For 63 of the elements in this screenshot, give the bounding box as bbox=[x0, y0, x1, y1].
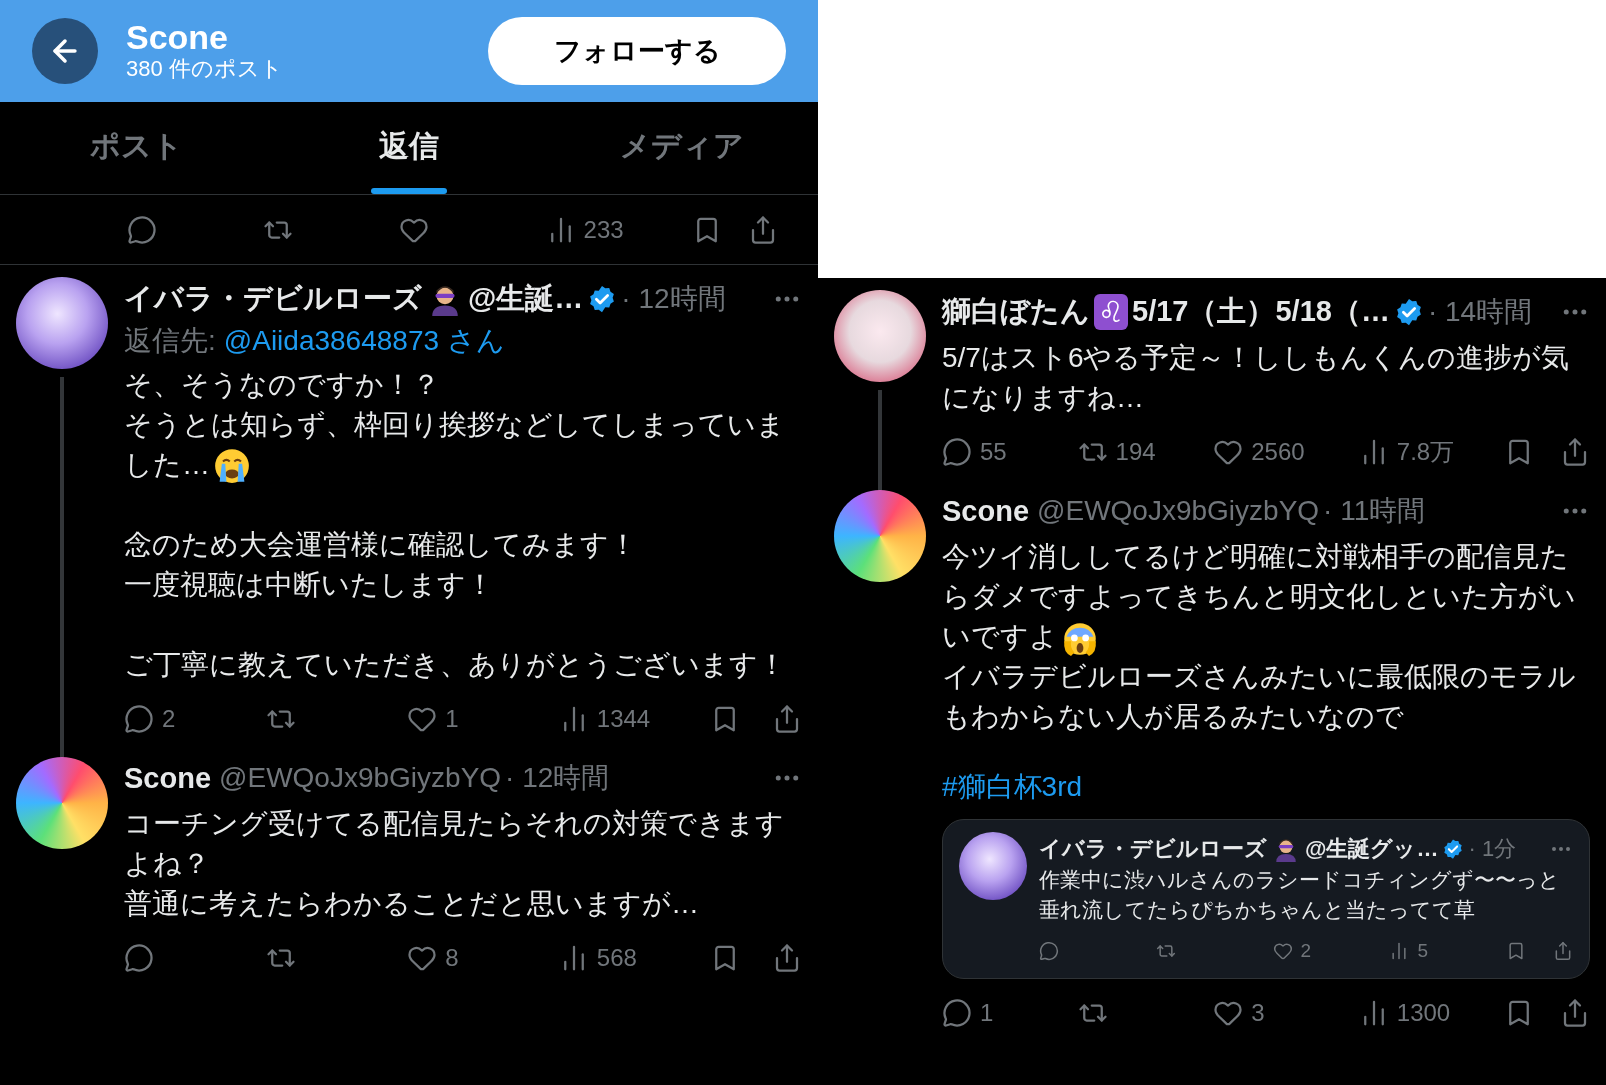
reply-to-label: 返信先: bbox=[124, 323, 216, 358]
author-handle[interactable]: @EWQoJx9bGiyzbYQ bbox=[219, 757, 502, 800]
post-text: コーチング受けてる配信見たらそれの対策できますよね？ bbox=[124, 807, 785, 881]
like-count: 2560 bbox=[1251, 436, 1305, 467]
like-count: 8 bbox=[445, 943, 459, 973]
author-name[interactable]: Scone bbox=[124, 756, 212, 800]
post-text: そ、そうなのですか！？ bbox=[124, 367, 441, 402]
post-time: · 11時間 bbox=[1323, 494, 1426, 529]
post-text: 普通に考えたらわかることだと思いますが… bbox=[124, 887, 700, 921]
quoted-post-text: 作業中に渋ハルさんのラシードコチィングず〜〜っと垂れ流してたらぴちかちゃんと当たってて草 bbox=[1039, 867, 1561, 923]
share-icon[interactable] bbox=[1553, 941, 1573, 962]
profile-tab[interactable]: メディア bbox=[545, 102, 818, 194]
repost-count: 194 bbox=[1115, 436, 1156, 467]
post-text: そうとは知らず、枠回り挨拶などしてしまっていました… bbox=[124, 404, 802, 485]
post-text: 一度視聴は中断いたします！ bbox=[124, 567, 495, 602]
zodiac-badge: ♌ bbox=[1094, 293, 1128, 330]
post-time: · 12時間 bbox=[621, 281, 726, 316]
views-count: 7.8万 bbox=[1396, 436, 1455, 467]
post-text: 念のため大会運営様に確認してみます！ bbox=[124, 527, 638, 562]
post-time: · 1分 bbox=[1468, 835, 1517, 863]
profile-tab[interactable]: ポスト bbox=[0, 102, 273, 194]
crying-face-icon bbox=[214, 448, 250, 485]
profile-name: Scone bbox=[126, 19, 230, 55]
reply-icon[interactable] bbox=[942, 997, 972, 1028]
author-name[interactable]: 獅白ぼたん bbox=[942, 290, 1090, 334]
follow-button[interactable]: フォローする bbox=[488, 17, 786, 85]
author-name[interactable]: Scone bbox=[942, 489, 1030, 533]
views-count: 233 bbox=[583, 214, 624, 245]
quoted-post-card[interactable]: イバラ・デビルローズ @生誕グッ… · 1分 作業中に渋ハルさんのラシードコチィングず〜〜っと垂れ流してたらぴちかちゃんと当たってて草 2 5 bbox=[942, 819, 1590, 979]
reply-count: 1 bbox=[980, 997, 994, 1028]
author-handle[interactable]: @EWQoJx9bGiyzbYQ bbox=[1037, 490, 1320, 533]
post-text: 今ツイ消ししてるけど明確に対戦相手の配信見たらダメですよってきちんと明文化しといた方がいいですよ bbox=[942, 537, 1590, 657]
author-name-suffix[interactable]: @生誕グッ… bbox=[1305, 832, 1439, 865]
verified-badge-icon bbox=[1442, 837, 1465, 860]
author-name[interactable]: イバラ・デビルローズ bbox=[124, 277, 422, 321]
reply-icon[interactable] bbox=[1039, 941, 1059, 962]
views-count: 568 bbox=[596, 943, 637, 973]
views-count: 5 bbox=[1417, 939, 1428, 963]
like-count: 1 bbox=[445, 703, 459, 734]
post-count: 380 件のポスト bbox=[126, 55, 284, 83]
post-text: 5/7はスト6やる予定～！ししもんくんの進捗が気になりますね… bbox=[942, 340, 1571, 415]
post-text: イバラデビルローズさんみたいに最低限のモラルもわからない人が居るみたいなので bbox=[942, 660, 1577, 734]
screaming-face-icon bbox=[1062, 620, 1098, 657]
like-count: 3 bbox=[1251, 997, 1265, 1028]
post-time: · 14時間 bbox=[1427, 294, 1533, 329]
hashtag-link[interactable]: #獅白杯3rd bbox=[942, 767, 1083, 807]
author-name-suffix[interactable]: 5/17（土）5/18（… bbox=[1132, 290, 1390, 334]
reply-icon[interactable] bbox=[124, 703, 154, 734]
reply-icon[interactable] bbox=[127, 214, 157, 245]
author-name[interactable]: イバラ・デビルローズ bbox=[1039, 832, 1267, 865]
post-time: · 12時間 bbox=[505, 761, 610, 796]
profile-tab[interactable]: 返信 bbox=[272, 102, 546, 194]
views-count: 1344 bbox=[596, 703, 651, 734]
post-text: ご丁寧に教えていただき、ありがとうございます！ bbox=[124, 647, 787, 682]
reply-to-link[interactable]: @Aiida38648873 さん bbox=[223, 320, 505, 361]
reply-count: 55 bbox=[980, 436, 1007, 467]
reply-icon[interactable] bbox=[124, 943, 154, 973]
author-name-suffix[interactable]: @生誕… bbox=[468, 277, 584, 321]
reply-count: 2 bbox=[162, 703, 176, 734]
like-icon[interactable] bbox=[1272, 941, 1293, 962]
views-count: 1300 bbox=[1396, 997, 1451, 1028]
like-count: 2 bbox=[1300, 939, 1312, 963]
reply-icon[interactable] bbox=[942, 436, 972, 467]
